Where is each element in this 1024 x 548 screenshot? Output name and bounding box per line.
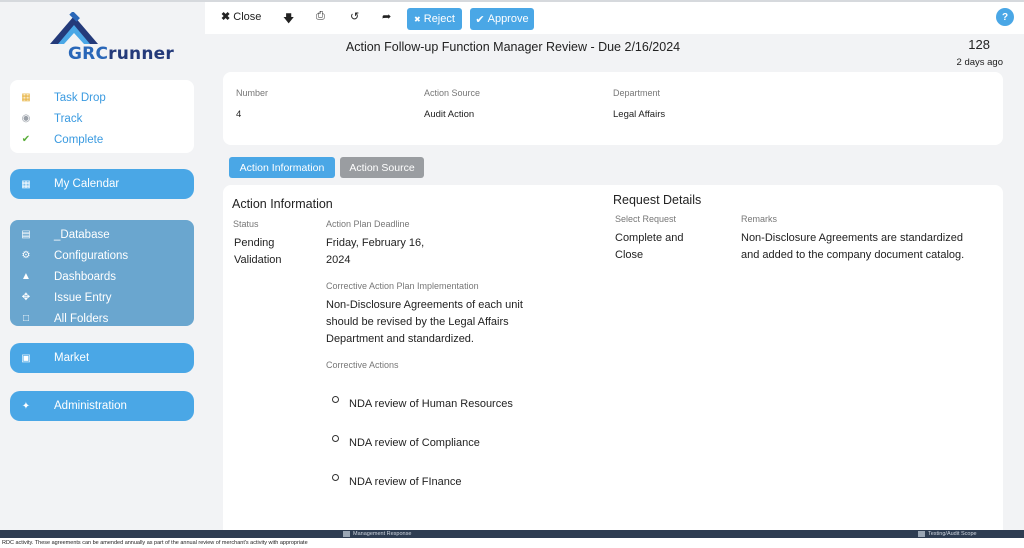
history-icon: ↺ [350, 11, 360, 23]
sidebar-item-all-folders[interactable]: □ All Folders [10, 308, 194, 329]
sidebar-item-label: _Database [54, 228, 110, 241]
field-label: Action Source [424, 88, 481, 98]
sidebar-item-label: Issue Entry [54, 291, 112, 304]
column-header-bar [0, 530, 1024, 538]
print-button[interactable]: ⎙ [316, 10, 325, 23]
action-source-field: Action Source Audit Action [424, 88, 480, 120]
area-chart-icon: ▲ [21, 271, 31, 282]
sidebar: GRCrunner ▦ Task Drop ◉ Track ✔ Complete… [0, 2, 205, 530]
tab-action-source[interactable]: Action Source [340, 157, 424, 178]
corrective-action-item[interactable]: NDA review of Human Resources [349, 398, 513, 410]
field-label: Number [236, 88, 269, 98]
check-icon: ✔ [475, 13, 485, 26]
share-arrow-icon: ➦ [382, 11, 392, 23]
sidebar-item-label: Complete [54, 133, 104, 146]
field-value: Legal Affairs [613, 109, 666, 120]
sidebar-group: ▤ _Database ⚙ Configurations ▲ Dashboard… [10, 220, 194, 326]
number-field: Number 4 [236, 88, 268, 120]
department-field: Department Legal Affairs [613, 88, 665, 120]
help-icon[interactable]: ? [996, 8, 1014, 26]
column-header: Management Response [353, 531, 412, 537]
x-icon: ✖ [414, 14, 421, 24]
dropdown-icon[interactable] [918, 531, 925, 537]
calendar-icon: ▦ [21, 178, 31, 190]
download-button[interactable]: 🡇 [283, 10, 294, 29]
remarks-value: Non-Disclosure Agreements are standardiz… [741, 232, 965, 261]
folder-icon: □ [22, 313, 30, 324]
remarks-label: Remarks [741, 214, 778, 224]
grcrunner-logo[interactable]: GRCrunner [40, 12, 174, 72]
sidebar-item-complete[interactable]: ✔ Complete [10, 129, 194, 150]
sidebar-item-label: All Folders [54, 312, 109, 325]
sidebar-item-configurations[interactable]: ⚙ Configurations [10, 245, 194, 266]
corrective-action-item[interactable]: NDA review of Compliance [349, 437, 480, 449]
status-label: Status [233, 219, 259, 229]
print-icon: ⎙ [316, 10, 325, 22]
sidebar-item-administration[interactable]: ✦ Administration [10, 391, 194, 421]
reject-button[interactable]: ✖ Reject [407, 8, 462, 30]
inbox-icon: ▦ [21, 92, 31, 103]
record-count: 128 [968, 37, 990, 52]
close-icon: ✖ [221, 11, 231, 23]
status-value: Pending Validation [234, 237, 282, 266]
field-label: Department [613, 88, 661, 98]
sidebar-item-label: Dashboards [54, 270, 117, 283]
corrective-action-item[interactable]: NDA review of FInance [349, 476, 462, 488]
deadline-label: Action Plan Deadline [326, 219, 410, 229]
dropdown-icon[interactable] [343, 531, 350, 537]
sidebar-item-my-calendar[interactable]: ▦ My Calendar [10, 169, 194, 199]
sidebar-item-label: Configurations [54, 249, 129, 262]
database-icon: ▤ [21, 229, 31, 240]
page-title: Action Follow-up Function Manager Review… [345, 40, 681, 54]
bottom-spreadsheet-strip: Management Response Testing/Audit Scope … [0, 530, 1024, 548]
cart-icon: ▣ [21, 352, 31, 364]
close-label: Close [233, 11, 262, 23]
quick-nav-card: ▦ Task Drop ◉ Track ✔ Complete [10, 80, 194, 153]
sidebar-item-label: My Calendar [54, 178, 120, 190]
binoculars-icon: ◉ [21, 113, 31, 124]
check-icon: ✔ [21, 134, 31, 145]
section-title-action-information: Action Information [232, 197, 333, 211]
radio-button[interactable] [332, 435, 339, 442]
close-button[interactable]: ✖ Close [221, 10, 261, 23]
logo-text: GRCrunner [68, 44, 174, 64]
crosshairs-icon: ✥ [21, 292, 31, 303]
approve-button[interactable]: ✔ Approve [470, 8, 534, 30]
tab-action-information[interactable]: Action Information [229, 157, 335, 178]
toolbar: ✖ Close 🡇 ⎙ ↺ ➦ ✖ Reject ✔ Approve ? [205, 2, 1024, 34]
logo-mark-icon [50, 12, 98, 44]
field-value: Audit Action [424, 109, 475, 120]
deadline-value: Friday, February 16, 2024 [326, 237, 425, 266]
history-button[interactable]: ↺ [350, 10, 359, 23]
sidebar-item-market[interactable]: ▣ Market [10, 343, 194, 373]
approve-label: Approve [487, 13, 529, 25]
summary-card: Number 4 Action Source Audit Action Depa… [223, 72, 1003, 145]
sidebar-item-label: Task Drop [54, 91, 106, 104]
select-request-label: Select Request [615, 214, 677, 224]
implementation-value: Non-Disclosure Agreements of each unit s… [326, 299, 523, 345]
sidebar-item-label: Administration [54, 400, 127, 412]
forward-button[interactable]: ➦ [382, 10, 391, 23]
select-request-value: Complete and Close [615, 232, 684, 261]
sidebar-item-issue-entry[interactable]: ✥ Issue Entry [10, 287, 194, 308]
column-header: Testing/Audit Scope [928, 531, 977, 537]
timestamp: 2 days ago [956, 57, 1003, 68]
sidebar-item-label: Track [54, 112, 83, 125]
sidebar-item-dashboards[interactable]: ▲ Dashboards [10, 266, 194, 287]
sidebar-item-track[interactable]: ◉ Track [10, 108, 194, 129]
implementation-label: Corrective Action Plan Implementation [326, 281, 479, 291]
radio-button[interactable] [332, 474, 339, 481]
cell-text: RDC activity. These agreements can be am… [2, 540, 308, 546]
sidebar-item-label: Market [54, 352, 90, 364]
sidebar-item-database[interactable]: ▤ _Database [10, 224, 194, 245]
gears-icon: ⚙ [21, 250, 31, 261]
radio-button[interactable] [332, 396, 339, 403]
sidebar-item-task-drop[interactable]: ▦ Task Drop [10, 87, 194, 108]
section-title-request-details: Request Details [613, 193, 702, 207]
corrective-actions-label: Corrective Actions [326, 360, 399, 370]
field-value: 4 [236, 109, 242, 120]
arrow-down-icon: 🡇 [283, 13, 295, 25]
reject-label: Reject [423, 13, 455, 25]
wrench-icon: ✦ [21, 400, 31, 412]
